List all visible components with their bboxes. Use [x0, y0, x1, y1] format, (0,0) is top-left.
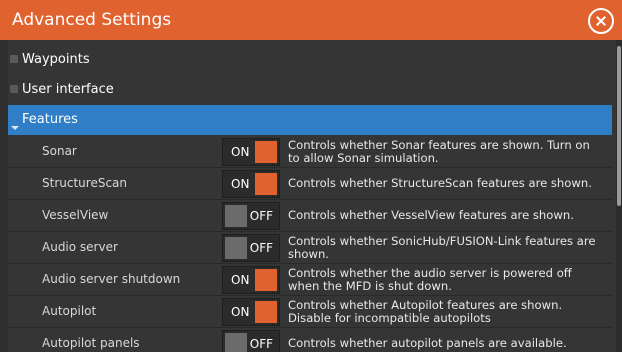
toggle-knob: [225, 237, 247, 259]
feature-description: Controls whether Autopilot features are …: [288, 297, 563, 325]
toggle-state: OFF: [249, 241, 273, 255]
feature-name: StructureScan: [42, 176, 127, 190]
feature-name: VesselView: [42, 208, 109, 222]
feature-row-vesselview: VesselView OFF Controls whether VesselVi…: [8, 200, 612, 231]
scrollbar-thumb[interactable]: [617, 46, 621, 206]
toggle-state: ON: [231, 305, 250, 319]
feature-name: Sonar: [42, 144, 77, 158]
feature-description: Controls whether the audio server is pow…: [288, 265, 572, 293]
section-user-interface[interactable]: User interface: [8, 75, 612, 105]
feature-description: Controls whether VesselView features are…: [288, 208, 574, 222]
feature-description: Controls whether autopilot panels are av…: [288, 336, 567, 350]
toggle-state: ON: [231, 273, 250, 287]
settings-tree: Waypoints User interface Features Sonar …: [0, 40, 622, 352]
toggle-knob: [225, 205, 247, 227]
sonar-toggle[interactable]: ON: [222, 138, 280, 166]
title-bar: Advanced Settings: [0, 0, 622, 40]
structurescan-toggle[interactable]: ON: [222, 170, 280, 198]
feature-description: Controls whether StructureScan features …: [288, 176, 592, 190]
audio-server-toggle[interactable]: OFF: [222, 234, 280, 262]
close-icon[interactable]: [588, 8, 614, 34]
feature-name: Audio server: [42, 240, 118, 254]
chevron-right-icon[interactable]: [10, 85, 18, 93]
dialog-title: Advanced Settings: [12, 10, 172, 30]
toggle-knob: [255, 301, 277, 323]
tree-gutter: [0, 40, 8, 352]
feature-row-autopilot: Autopilot ON Controls whether Autopilot …: [8, 296, 612, 327]
toggle-state: OFF: [249, 337, 273, 351]
chevron-down-icon[interactable]: [10, 115, 19, 130]
feature-description: Controls whether Sonar features are show…: [288, 137, 590, 165]
chevron-down-icon: [11, 126, 19, 130]
vesselview-toggle[interactable]: OFF: [222, 202, 280, 230]
vertical-scrollbar[interactable]: [616, 40, 622, 352]
feature-name: Autopilot: [42, 304, 97, 318]
audio-server-shutdown-toggle[interactable]: ON: [222, 266, 280, 294]
advanced-settings-dialog: Advanced Settings Waypoints User interfa…: [0, 0, 622, 352]
feature-name: Autopilot panels: [42, 336, 140, 350]
toggle-knob: [255, 173, 277, 195]
feature-row-autopilot-panels: Autopilot panels OFF Controls whether au…: [8, 328, 612, 352]
toggle-knob: [225, 333, 247, 352]
section-label: Features: [22, 112, 78, 127]
toggle-knob: [255, 141, 277, 163]
feature-name: Audio server shutdown: [42, 272, 181, 286]
toggle-state: ON: [231, 177, 250, 191]
feature-description: Controls whether SonicHub/FUSION-Link fe…: [288, 233, 596, 261]
section-waypoints[interactable]: Waypoints: [8, 45, 612, 75]
section-label: Waypoints: [22, 52, 90, 67]
toggle-state: ON: [231, 145, 250, 159]
section-label: User interface: [22, 82, 114, 97]
chevron-right-icon[interactable]: [10, 55, 18, 63]
feature-row-audio-server-shutdown: Audio server shutdown ON Controls whethe…: [8, 264, 612, 295]
section-features[interactable]: Features: [8, 105, 612, 135]
autopilot-panels-toggle[interactable]: OFF: [222, 330, 280, 352]
toggle-knob: [255, 269, 277, 291]
feature-row-audio-server: Audio server OFF Controls whether SonicH…: [8, 232, 612, 263]
feature-row-structurescan: StructureScan ON Controls whether Struct…: [8, 168, 612, 199]
autopilot-toggle[interactable]: ON: [222, 298, 280, 326]
feature-row-sonar: Sonar ON Controls whether Sonar features…: [8, 136, 612, 167]
toggle-state: OFF: [249, 209, 273, 223]
